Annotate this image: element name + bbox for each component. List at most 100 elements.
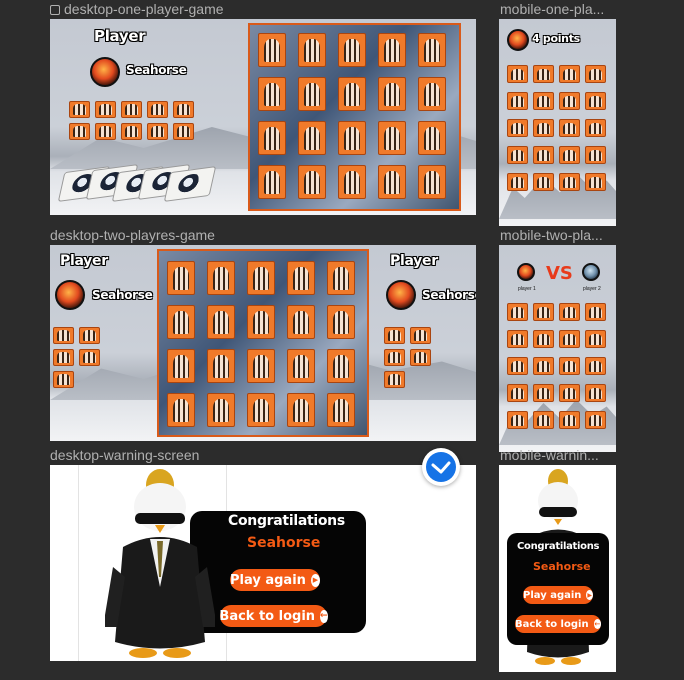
memory-card[interactable] xyxy=(559,146,580,164)
memory-card[interactable] xyxy=(507,384,528,402)
memory-card[interactable] xyxy=(559,173,580,191)
memory-card[interactable] xyxy=(79,327,100,344)
memory-card[interactable] xyxy=(384,327,405,344)
memory-card[interactable] xyxy=(559,303,580,321)
memory-card[interactable] xyxy=(507,357,528,375)
memory-card[interactable] xyxy=(559,119,580,137)
memory-card[interactable] xyxy=(533,411,554,429)
memory-card[interactable] xyxy=(418,77,446,111)
frame-label-desktop-warning[interactable]: desktop-warning-screen xyxy=(50,447,199,463)
memory-card[interactable] xyxy=(338,77,366,111)
memory-card[interactable] xyxy=(247,305,275,339)
memory-card[interactable] xyxy=(378,33,406,67)
frame-label-desktop-one[interactable]: desktop-one-player-game xyxy=(50,1,224,17)
frame-label-mobile-two[interactable]: mobile-two-pla... xyxy=(500,227,615,243)
memory-card[interactable] xyxy=(207,393,235,427)
memory-card[interactable] xyxy=(327,305,355,339)
memory-card[interactable] xyxy=(378,121,406,155)
memory-card[interactable] xyxy=(410,349,431,366)
memory-card[interactable] xyxy=(207,261,235,295)
frame-label-mobile-warning[interactable]: mobile-warnin... xyxy=(500,447,615,463)
memory-card[interactable] xyxy=(167,305,195,339)
memory-card[interactable] xyxy=(207,349,235,383)
memory-card[interactable] xyxy=(298,77,326,111)
memory-card[interactable] xyxy=(258,121,286,155)
memory-card[interactable] xyxy=(121,101,142,118)
memory-card[interactable] xyxy=(327,261,355,295)
memory-card[interactable] xyxy=(533,357,554,375)
memory-card[interactable] xyxy=(207,305,235,339)
memory-card[interactable] xyxy=(507,119,528,137)
memory-card[interactable] xyxy=(585,330,606,348)
memory-card[interactable] xyxy=(533,146,554,164)
memory-card[interactable] xyxy=(533,330,554,348)
frame-label-desktop-two[interactable]: desktop-two-playres-game xyxy=(50,227,215,243)
memory-card[interactable] xyxy=(585,411,606,429)
back-to-login-button[interactable]: Back to login ← xyxy=(515,615,601,633)
memory-card[interactable] xyxy=(585,146,606,164)
memory-card[interactable] xyxy=(298,121,326,155)
memory-card[interactable] xyxy=(507,146,528,164)
memory-card[interactable] xyxy=(69,101,90,118)
memory-card[interactable] xyxy=(173,101,194,118)
memory-card[interactable] xyxy=(559,92,580,110)
back-to-login-button[interactable]: Back to login ← xyxy=(219,605,328,627)
memory-card[interactable] xyxy=(585,357,606,375)
memory-card[interactable] xyxy=(533,173,554,191)
memory-card[interactable] xyxy=(585,384,606,402)
memory-card[interactable] xyxy=(147,123,168,140)
memory-card[interactable] xyxy=(559,330,580,348)
check-badge-icon[interactable] xyxy=(422,448,460,486)
memory-card[interactable] xyxy=(167,349,195,383)
memory-card[interactable] xyxy=(507,173,528,191)
memory-card[interactable] xyxy=(327,393,355,427)
memory-card[interactable] xyxy=(53,371,74,388)
memory-card[interactable] xyxy=(287,393,315,427)
memory-card[interactable] xyxy=(95,123,116,140)
memory-card[interactable] xyxy=(559,357,580,375)
memory-card[interactable] xyxy=(585,65,606,83)
memory-card[interactable] xyxy=(533,92,554,110)
memory-card[interactable] xyxy=(378,77,406,111)
memory-card[interactable] xyxy=(585,119,606,137)
memory-card[interactable] xyxy=(53,349,74,366)
memory-card[interactable] xyxy=(507,92,528,110)
memory-card[interactable] xyxy=(559,384,580,402)
memory-card[interactable] xyxy=(247,349,275,383)
memory-card[interactable] xyxy=(95,101,116,118)
memory-card[interactable] xyxy=(533,384,554,402)
memory-card[interactable] xyxy=(338,121,366,155)
memory-card[interactable] xyxy=(53,327,74,344)
play-again-button[interactable]: Play again ▶ xyxy=(230,569,320,591)
memory-card[interactable] xyxy=(585,92,606,110)
memory-card[interactable] xyxy=(338,165,366,199)
memory-card[interactable] xyxy=(418,165,446,199)
memory-card[interactable] xyxy=(121,123,142,140)
memory-card[interactable] xyxy=(287,349,315,383)
memory-card[interactable] xyxy=(287,261,315,295)
memory-card[interactable] xyxy=(533,303,554,321)
memory-card[interactable] xyxy=(258,33,286,67)
play-again-button[interactable]: Play again ▶ xyxy=(523,586,593,604)
memory-card[interactable] xyxy=(147,101,168,118)
memory-card[interactable] xyxy=(79,349,100,366)
frame-label-mobile-one[interactable]: mobile-one-pla... xyxy=(500,1,615,17)
memory-card[interactable] xyxy=(247,393,275,427)
memory-card[interactable] xyxy=(533,65,554,83)
memory-card[interactable] xyxy=(418,33,446,67)
memory-card[interactable] xyxy=(410,327,431,344)
memory-card[interactable] xyxy=(384,371,405,388)
memory-card[interactable] xyxy=(507,411,528,429)
memory-card[interactable] xyxy=(384,349,405,366)
memory-card[interactable] xyxy=(507,65,528,83)
memory-card[interactable] xyxy=(378,165,406,199)
memory-card[interactable] xyxy=(559,65,580,83)
memory-card[interactable] xyxy=(507,330,528,348)
memory-card[interactable] xyxy=(298,33,326,67)
memory-card[interactable] xyxy=(258,165,286,199)
memory-card[interactable] xyxy=(167,393,195,427)
memory-card[interactable] xyxy=(258,77,286,111)
memory-card[interactable] xyxy=(69,123,90,140)
memory-card[interactable] xyxy=(173,123,194,140)
memory-card[interactable] xyxy=(533,119,554,137)
